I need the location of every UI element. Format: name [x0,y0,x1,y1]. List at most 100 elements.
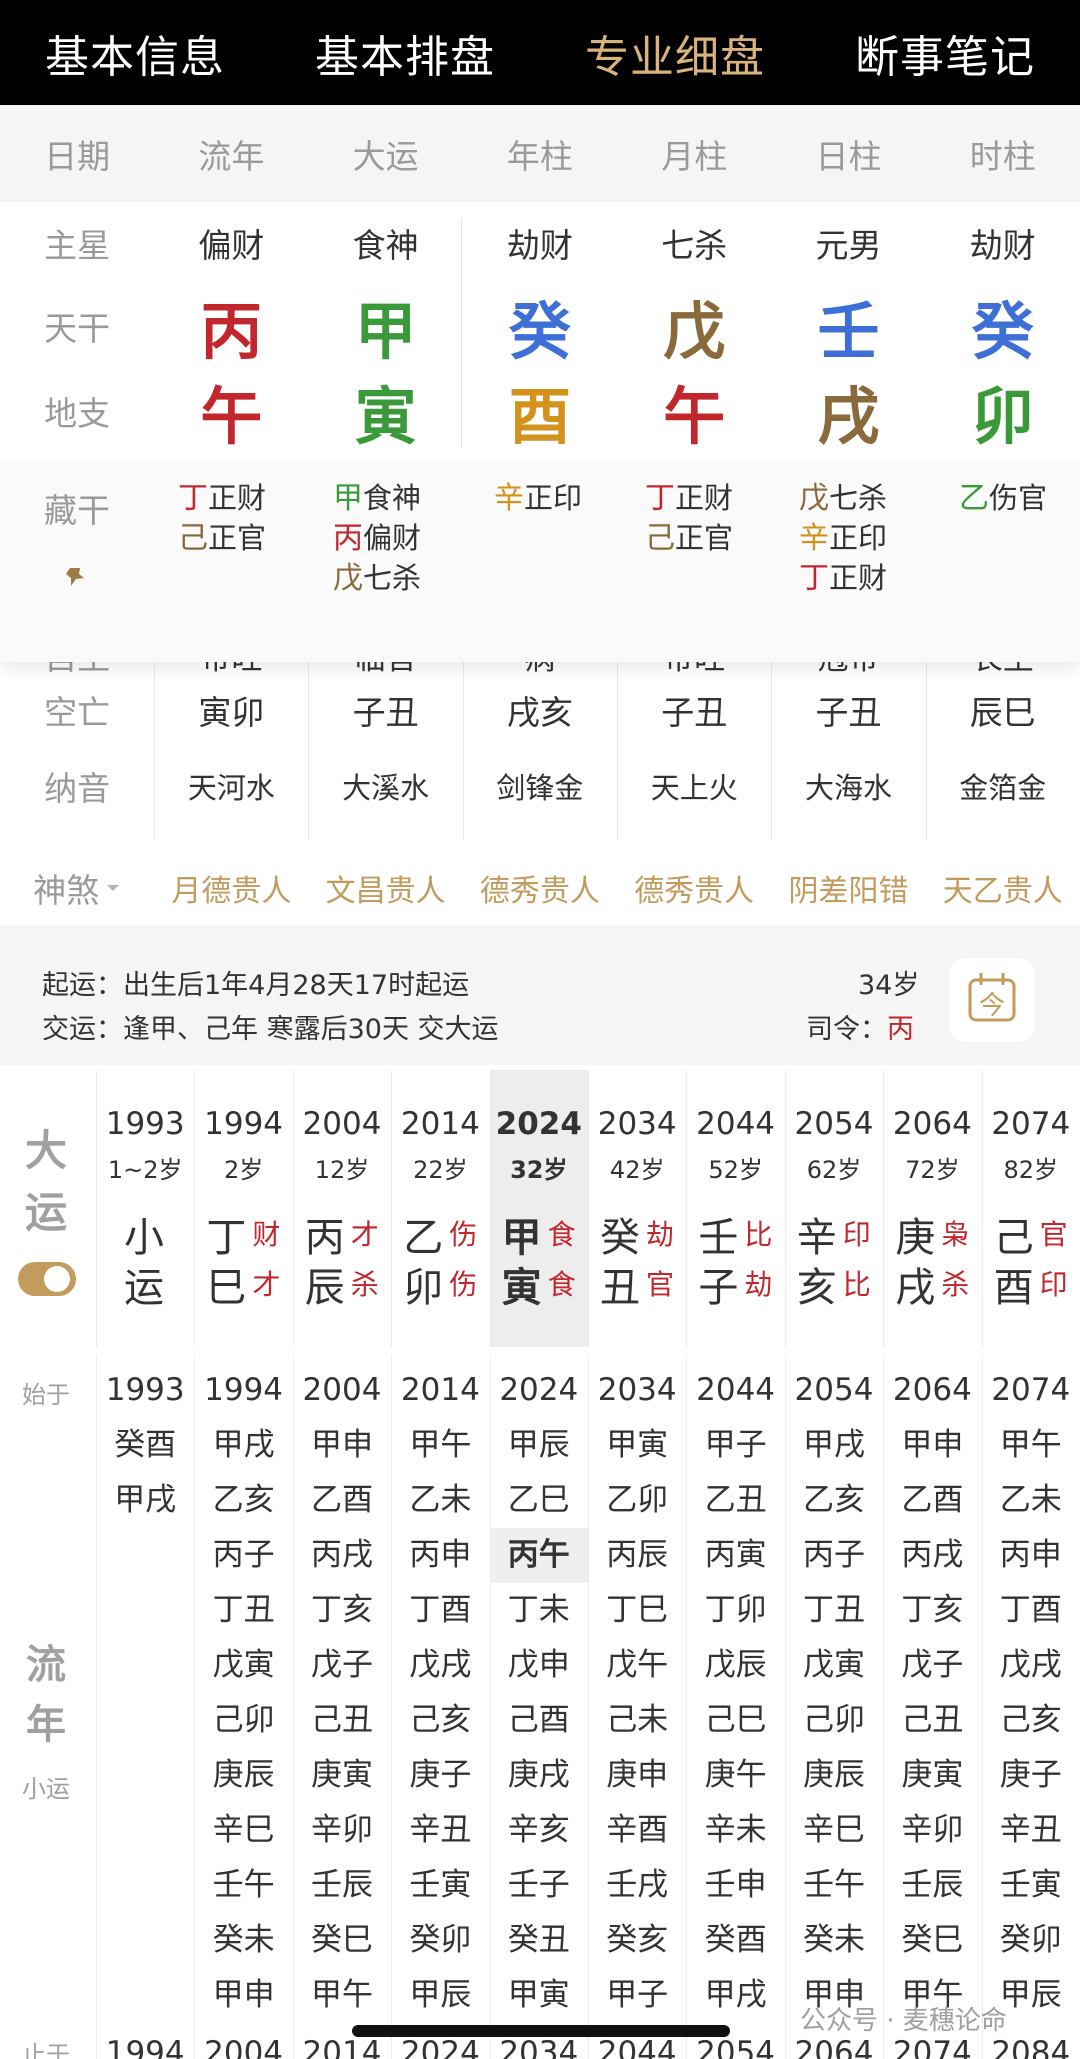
liunian-item[interactable]: 乙酉 [883,1473,981,1528]
liunian-item[interactable]: 己丑 [883,1693,981,1748]
liunian-item[interactable]: 壬子 [490,1858,588,1913]
dizhi-char[interactable]: 午 [154,368,308,454]
shensha-tag[interactable]: 文昌贵人 [309,866,463,910]
liunian-item[interactable]: 壬午 [194,1858,292,1913]
liunian-item[interactable]: 庚寅 [883,1748,981,1803]
tiangan-char[interactable]: 甲 [309,284,463,368]
dayun-column[interactable]: 2024 32岁甲寅食食 [489,1070,588,1347]
shensha-tag[interactable]: 阴差阳错 [771,866,925,910]
liunian-item[interactable]: 甲申 [194,1968,292,2023]
liunian-item[interactable]: 戊子 [883,1638,981,1693]
liunian-item[interactable]: 癸酉 [96,1418,194,1473]
tiangan-char[interactable]: 戊 [617,284,771,368]
liunian-item[interactable]: 辛丑 [391,1803,489,1858]
liunian-item[interactable]: 甲寅 [588,1418,686,1473]
liunian-item[interactable]: 丁酉 [391,1583,489,1638]
tiangan-char[interactable]: 壬 [771,284,925,368]
liunian-item[interactable]: 戊子 [293,1638,391,1693]
liunian-item[interactable]: 辛未 [686,1803,784,1858]
liunian-item[interactable]: 甲戌 [194,1418,292,1473]
liunian-item[interactable]: 丁亥 [883,1583,981,1638]
liunian-item[interactable]: 丁未 [490,1583,588,1638]
liunian-item[interactable]: 甲戌 [96,1473,194,1528]
liunian-item[interactable]: 己亥 [391,1693,489,1748]
liunian-item[interactable]: 戊戌 [391,1638,489,1693]
liunian-item[interactable]: 庚子 [391,1748,489,1803]
home-indicator[interactable] [352,2025,730,2037]
liunian-item[interactable]: 丙午 [489,1528,588,1583]
dayun-column[interactable]: 2064 72岁庚戌枭杀 [883,1070,981,1347]
liunian-item[interactable]: 丙辰 [588,1528,686,1583]
liunian-item[interactable]: 丙申 [391,1528,489,1583]
tab-notes[interactable]: 断事笔记 [810,0,1080,105]
liunian-item[interactable]: 丁巳 [588,1583,686,1638]
dizhi-char[interactable]: 午 [617,368,771,454]
liunian-item[interactable]: 癸未 [785,1913,883,1968]
liunian-item[interactable]: 丁丑 [785,1583,883,1638]
liunian-item[interactable]: 癸丑 [490,1913,588,1968]
liunian-item[interactable]: 丙子 [194,1528,292,1583]
liunian-item[interactable]: 甲午 [293,1968,391,2023]
liunian-item[interactable]: 甲子 [686,1418,784,1473]
liunian-item[interactable]: 壬辰 [293,1858,391,1913]
liunian-item[interactable]: 己卯 [194,1693,292,1748]
liunian-item[interactable]: 庚子 [982,1748,1080,1803]
liunian-item[interactable]: 辛亥 [490,1803,588,1858]
liunian-item[interactable]: 乙丑 [686,1473,784,1528]
liunian-item[interactable]: 戊寅 [785,1638,883,1693]
tiangan-char[interactable]: 丙 [154,284,308,368]
tab-basic-info[interactable]: 基本信息 [0,0,270,105]
liunian-item[interactable]: 庚戌 [490,1748,588,1803]
today-button[interactable]: 今 [950,958,1034,1042]
liunian-item[interactable]: 己亥 [982,1693,1080,1748]
liunian-item[interactable]: 庚午 [686,1748,784,1803]
liunian-item[interactable]: 辛卯 [883,1803,981,1858]
dizhi-char[interactable]: 酉 [463,368,617,454]
liunian-item[interactable]: 乙亥 [194,1473,292,1528]
liunian-item[interactable]: 丁丑 [194,1583,292,1638]
dayun-column[interactable]: 2004 12岁丙辰才杀 [293,1070,391,1347]
dayun-column[interactable]: 2014 22岁乙卯伤伤 [391,1070,489,1347]
liunian-item[interactable]: 壬寅 [982,1858,1080,1913]
liunian-item[interactable]: 庚申 [588,1748,686,1803]
shensha-tag[interactable]: 德秀贵人 [463,866,617,910]
liunian-item[interactable]: 丙寅 [686,1528,784,1583]
tab-basic-chart[interactable]: 基本排盘 [270,0,540,105]
liunian-item[interactable]: 癸卯 [391,1913,489,1968]
liunian-item[interactable]: 癸巳 [883,1913,981,1968]
liunian-item[interactable]: 戊申 [490,1638,588,1693]
tiangan-char[interactable]: 癸 [463,284,617,368]
liunian-item[interactable]: 甲午 [391,1418,489,1473]
liunian-item[interactable]: 乙酉 [293,1473,391,1528]
liunian-item[interactable]: 丙申 [982,1528,1080,1583]
liunian-item[interactable]: 丁卯 [686,1583,784,1638]
liunian-item[interactable]: 丙子 [785,1528,883,1583]
liunian-item[interactable]: 庚辰 [785,1748,883,1803]
liunian-item[interactable]: 癸未 [194,1913,292,1968]
liunian-item[interactable]: 壬辰 [883,1858,981,1913]
liunian-item[interactable]: 戊寅 [194,1638,292,1693]
dayun-column[interactable]: 2054 62岁辛亥印比 [785,1070,883,1347]
dayun-column[interactable]: 2074 82岁己酉官印 [982,1070,1080,1347]
liunian-item[interactable]: 乙亥 [785,1473,883,1528]
liunian-item[interactable]: 庚寅 [293,1748,391,1803]
dizhi-char[interactable]: 戌 [771,368,925,454]
tiangan-char[interactable]: 癸 [926,284,1080,368]
liunian-item[interactable]: 辛巳 [785,1803,883,1858]
liunian-item[interactable]: 丙戌 [293,1528,391,1583]
dayun-column[interactable]: 2044 52岁壬子比劫 [686,1070,784,1347]
liunian-item[interactable]: 癸卯 [982,1913,1080,1968]
liunian-item[interactable]: 辛卯 [293,1803,391,1858]
liunian-item[interactable]: 壬戌 [588,1858,686,1913]
liunian-item[interactable]: 甲戌 [785,1418,883,1473]
dayun-column[interactable]: 2034 42岁癸丑劫官 [588,1070,686,1347]
liunian-item[interactable]: 乙未 [391,1473,489,1528]
liunian-item[interactable]: 壬寅 [391,1858,489,1913]
liunian-item[interactable]: 甲子 [588,1968,686,2023]
tab-pro-chart[interactable]: 专业细盘 [540,0,810,105]
liunian-item[interactable]: 丙戌 [883,1528,981,1583]
liunian-item[interactable]: 己丑 [293,1693,391,1748]
liunian-item[interactable]: 己卯 [785,1693,883,1748]
liunian-item[interactable]: 乙巳 [490,1473,588,1528]
liunian-item[interactable]: 庚辰 [194,1748,292,1803]
